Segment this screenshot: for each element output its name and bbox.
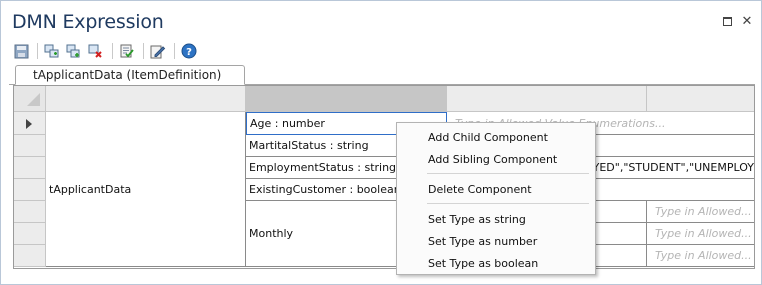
- toolbar-separator: [143, 43, 144, 59]
- component-label: Age : number: [250, 117, 325, 130]
- allowed-values-text: YED","STUDENT","UNEMPLOY: [592, 161, 754, 174]
- row-header-age[interactable]: [14, 112, 46, 135]
- component-label: Monthly: [249, 227, 294, 240]
- column-header-components[interactable]: [246, 86, 447, 112]
- window-title: DMN Expression: [12, 11, 164, 33]
- row-header-monthly-2[interactable]: [14, 223, 46, 245]
- column-header-root[interactable]: [46, 86, 246, 112]
- root-type-label: tApplicantData: [49, 182, 132, 196]
- toolbar-separator: [112, 43, 113, 59]
- toolbar: ?: [11, 41, 201, 61]
- nested-allowed-values-input-2[interactable]: Type in Allowed...: [647, 223, 754, 245]
- validate-icon[interactable]: [117, 42, 137, 60]
- save-icon[interactable]: [11, 42, 31, 60]
- dmn-expression-window: DMN Expression ✕ ? tApplicantData (ItemD…: [0, 0, 762, 285]
- menu-item-delete[interactable]: Delete Component: [398, 179, 594, 199]
- component-label: MartitalStatus : string: [249, 139, 369, 152]
- toolbar-separator: [174, 43, 175, 59]
- row-header-existing[interactable]: [14, 179, 46, 201]
- nested-allowed-values-input-3[interactable]: Type in Allowed...: [647, 245, 754, 267]
- edit-icon[interactable]: [148, 42, 168, 60]
- column-header-allowed-values[interactable]: [447, 86, 647, 112]
- svg-text:?: ?: [186, 47, 192, 58]
- allowed-values-placeholder: Type in Allowed...: [655, 227, 752, 240]
- allowed-values-placeholder: Type in Allowed...: [655, 205, 752, 218]
- root-type-cell[interactable]: tApplicantData: [46, 112, 246, 267]
- menu-item-type-boolean[interactable]: Set Type as boolean: [398, 253, 594, 273]
- row-header-employment[interactable]: [14, 157, 46, 179]
- menu-item-label: Set Type as boolean: [428, 256, 539, 270]
- context-menu: Add Child Component Add Sibling Componen…: [396, 122, 596, 275]
- delete-icon[interactable]: [86, 42, 106, 60]
- menu-separator: [427, 173, 589, 174]
- nested-allowed-values-input-1[interactable]: Type in Allowed...: [647, 201, 754, 223]
- menu-item-label: Set Type as string: [428, 212, 526, 226]
- menu-item-type-number[interactable]: Set Type as number: [398, 231, 594, 251]
- add-child-icon[interactable]: [42, 42, 62, 60]
- title-bar: DMN Expression ✕: [1, 1, 761, 39]
- expression-grid: tApplicantData Age : number MartitalStat…: [13, 85, 755, 269]
- menu-item-label: Set Type as number: [428, 234, 538, 248]
- menu-item-add-child[interactable]: Add Child Component: [398, 127, 594, 147]
- current-row-arrow-icon: [26, 119, 32, 129]
- menu-item-label: Add Child Component: [428, 130, 548, 144]
- component-label: EmploymentStatus : string: [249, 161, 397, 174]
- menu-item-type-string[interactable]: Set Type as string: [398, 209, 594, 229]
- column-header-extra[interactable]: [647, 86, 754, 112]
- toolbar-separator: [37, 43, 38, 59]
- row-header-monthly-3[interactable]: [14, 245, 46, 267]
- row-header-monthly-1[interactable]: [14, 201, 46, 223]
- maximize-icon[interactable]: [720, 14, 734, 28]
- menu-item-label: Delete Component: [428, 182, 532, 196]
- component-label: ExistingCustomer : boolean: [249, 183, 401, 196]
- allowed-values-placeholder: Type in Allowed...: [655, 249, 752, 262]
- menu-item-label: Add Sibling Component: [428, 152, 558, 166]
- close-icon[interactable]: ✕: [740, 14, 754, 29]
- tab-strip: tApplicantData (ItemDefinition): [9, 65, 755, 85]
- help-icon[interactable]: ?: [179, 42, 199, 60]
- tab-label: tApplicantData (ItemDefinition): [33, 68, 222, 82]
- row-header-marital[interactable]: [14, 135, 46, 157]
- menu-separator: [427, 203, 589, 204]
- menu-item-add-sibling[interactable]: Add Sibling Component: [398, 149, 594, 169]
- add-sibling-icon[interactable]: [64, 42, 84, 60]
- tab-item-definition[interactable]: tApplicantData (ItemDefinition): [15, 65, 245, 85]
- grid-corner[interactable]: [14, 86, 46, 112]
